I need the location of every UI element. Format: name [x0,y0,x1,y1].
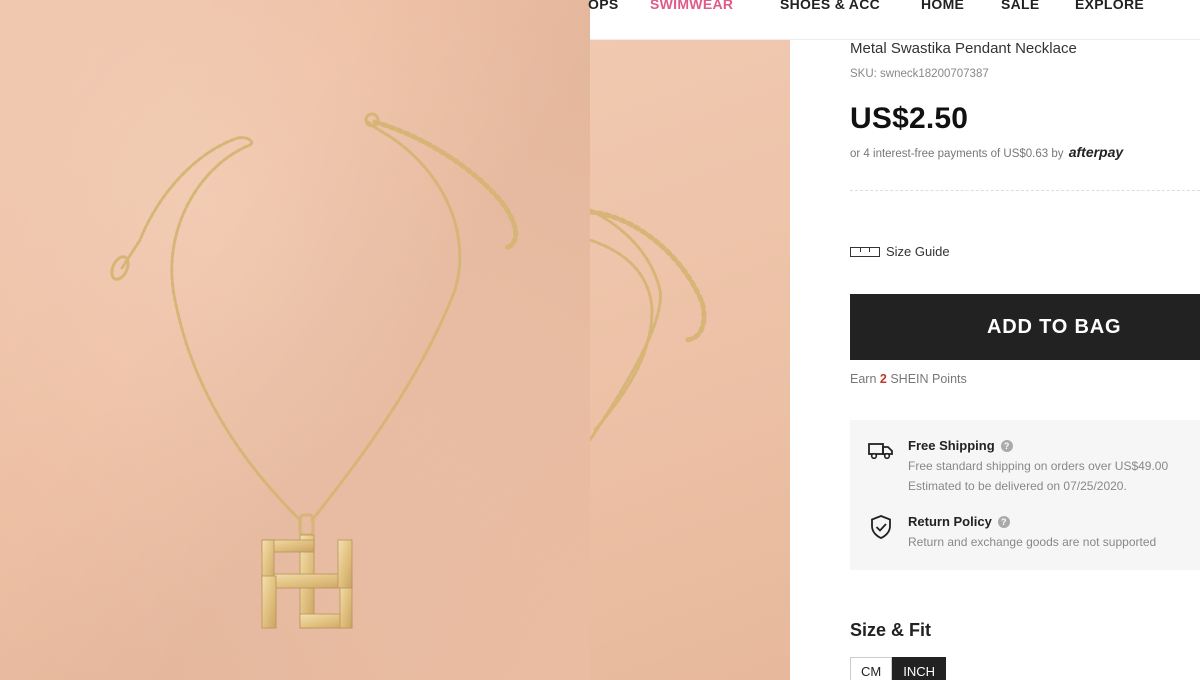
earn-points-info: Earn 2 SHEIN Points [850,372,967,386]
return-policy-title: Return Policy [908,514,992,529]
shipping-return-box: Free Shipping ? Free standard shipping o… [850,420,1200,570]
product-sku: SKU: swneck18200707387 [850,68,989,80]
product-title: Metal Swastika Pendant Necklace [850,40,1077,57]
size-fit-heading: Size & Fit [850,620,932,640]
nav-item-shoes-acc[interactable]: SHOES & ACC [780,0,880,12]
earn-prefix: Earn [850,372,877,386]
product-price: US$2.50 [850,102,969,135]
shield-check-icon [868,514,894,540]
size-guide-label: Size Guide [886,244,950,259]
product-image-thumbnail[interactable] [590,40,790,680]
shipping-line-2: Estimated to be delivered on 07/25/2020. [908,479,1127,493]
help-circle-icon[interactable]: ? [1000,439,1013,452]
nav-item-swimwear[interactable]: SWIMWEAR [650,0,733,12]
product-info-panel: Metal Swastika Pendant Necklace SKU: swn… [790,40,1200,680]
necklace-crop-illustration [590,208,707,442]
help-circle-icon[interactable]: ? [997,515,1010,528]
truck-icon [868,438,894,464]
top-navigation: OPS SWIMWEAR SHOES & ACC HOME SALE EXPLO… [588,0,1200,40]
unit-cm-button[interactable]: CM [850,657,893,680]
shipping-line-1: Free standard shipping on orders over US… [908,459,1169,473]
nav-item-home[interactable]: HOME [921,0,964,12]
free-shipping-row: Free Shipping ? Free standard shipping o… [868,438,1168,493]
unit-toggle: CM INCH [850,657,946,680]
installment-info: or 4 interest-free payments of US$0.63 b… [850,144,1123,160]
nav-item-sale[interactable]: SALE [1001,0,1040,12]
nav-item-ops[interactable]: OPS [588,0,618,12]
return-policy-row: Return Policy ? Return and exchange good… [868,514,1156,549]
nav-item-explore[interactable]: EXPLORE [1075,0,1144,12]
divider [850,190,1200,191]
installment-text: or 4 interest-free payments of US$0.63 b… [850,148,1064,160]
add-to-bag-button[interactable]: ADD TO BAG [850,294,1200,360]
necklace-illustration [110,112,519,629]
ruler-icon [850,246,880,257]
product-image-main[interactable] [0,0,590,680]
free-shipping-title: Free Shipping [908,438,995,453]
size-guide-link[interactable]: Size Guide [850,244,950,259]
earn-suffix: SHEIN Points [890,372,967,386]
unit-inch-button[interactable]: INCH [892,657,946,680]
afterpay-logo[interactable]: afterpay [1069,144,1123,160]
earn-points-value: 2 [879,372,887,386]
return-line-1: Return and exchange goods are not suppor… [908,535,1157,549]
